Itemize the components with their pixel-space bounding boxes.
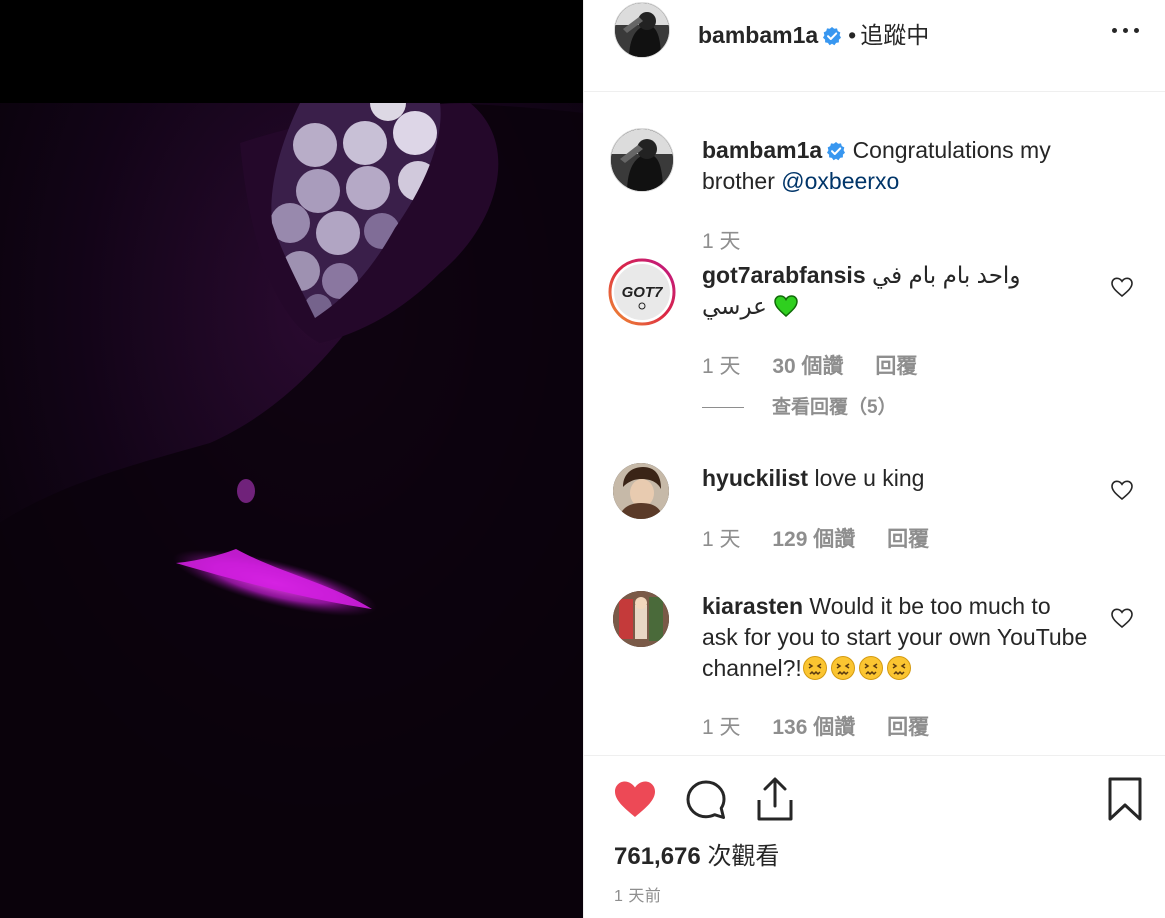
media-letterbox <box>0 0 583 103</box>
reply-button[interactable]: 回覆 <box>875 355 917 378</box>
post-media[interactable] <box>0 0 583 918</box>
caption-username[interactable]: bambam1a <box>702 137 822 163</box>
comment-username[interactable]: kiarasten <box>702 593 803 619</box>
post-photo <box>0 103 583 918</box>
share-icon[interactable] <box>754 776 796 822</box>
confounded-face-emoji-icon <box>802 656 827 680</box>
comment-meta: 1 天 30 個讚 回覆 <box>702 350 917 380</box>
author-username[interactable]: bambam1a <box>698 22 818 48</box>
caption-meta: 1 天 <box>702 225 741 255</box>
comments-list[interactable]: bambam1a Congratulations my brother @oxb… <box>584 93 1165 755</box>
following-status[interactable]: 追蹤中 <box>860 22 929 48</box>
verified-badge-icon <box>823 27 842 46</box>
views-label: 次觀看 <box>707 843 780 870</box>
like-comment-heart-icon[interactable] <box>1110 276 1134 298</box>
comment-body: love u king <box>814 465 925 491</box>
comment-time[interactable]: 1 天 <box>702 528 741 551</box>
view-replies[interactable]: 查看回覆（5） <box>702 392 897 419</box>
comment-likes[interactable]: 136 個讚 <box>772 716 855 739</box>
comment-avatar[interactable] <box>613 591 669 647</box>
confounded-face-emoji-icon <box>886 656 911 680</box>
comment-text: hyuckilist love u king <box>702 463 1082 494</box>
comment-likes[interactable]: 30 個讚 <box>772 355 843 378</box>
comment-bubble-icon[interactable] <box>684 778 728 822</box>
separator-dot: • <box>848 22 857 48</box>
confounded-face-emoji-icon <box>858 656 883 680</box>
comment-text: kiarasten Would it be too much to ask fo… <box>702 591 1092 684</box>
comment-avatar[interactable]: GOT7 <box>608 258 676 326</box>
post-timestamp[interactable]: 1 天前 <box>614 882 661 906</box>
got7-logo-text: GOT7 <box>622 284 663 301</box>
comment-meta: 1 天 129 個讚 回覆 <box>702 523 929 553</box>
like-comment-heart-icon[interactable] <box>1110 607 1134 629</box>
comment-meta: 1 天 136 個讚 回覆 <box>702 711 929 741</box>
comment-username[interactable]: got7arabfansis <box>702 262 866 288</box>
caption-time[interactable]: 1 天 <box>702 230 741 253</box>
post-header: bambam1a • 追蹤中 <box>584 0 1165 92</box>
more-options-icon[interactable] <box>1112 26 1140 36</box>
bookmark-icon[interactable] <box>1107 776 1143 822</box>
caption-author-avatar[interactable] <box>610 128 674 192</box>
reply-button[interactable]: 回覆 <box>887 528 929 551</box>
comment-text: got7arabfansis واحد بام بام في عرسي <box>702 260 1082 322</box>
verified-badge-icon <box>827 142 846 161</box>
reply-button[interactable]: 回覆 <box>887 716 929 739</box>
comment-time[interactable]: 1 天 <box>702 355 741 378</box>
replies-divider-line <box>702 407 744 409</box>
author-avatar[interactable] <box>614 2 670 58</box>
view-replies-button[interactable]: 查看回覆（5） <box>772 397 897 418</box>
views-number: 761,676 <box>614 843 701 870</box>
like-comment-heart-icon[interactable] <box>1110 479 1134 501</box>
green-heart-emoji-icon <box>774 295 799 317</box>
post-actions: 761,676 次觀看 1 天前 <box>584 755 1165 918</box>
post-side-panel: bambam1a • 追蹤中 bambam1a Congratulations my… <box>583 0 1165 918</box>
caption-text: bambam1a Congratulations my brother @oxb… <box>702 135 1102 197</box>
comment-likes[interactable]: 129 個讚 <box>772 528 855 551</box>
comment-time[interactable]: 1 天 <box>702 716 741 739</box>
heart-filled-icon[interactable] <box>612 778 658 820</box>
confounded-face-emoji-icon <box>830 656 855 680</box>
comment-username[interactable]: hyuckilist <box>702 465 808 491</box>
header-title: bambam1a • 追蹤中 <box>698 16 929 50</box>
caption-mention-link[interactable]: @oxbeerxo <box>781 168 899 194</box>
views-count[interactable]: 761,676 次觀看 <box>614 836 779 871</box>
comment-avatar[interactable] <box>613 463 669 519</box>
